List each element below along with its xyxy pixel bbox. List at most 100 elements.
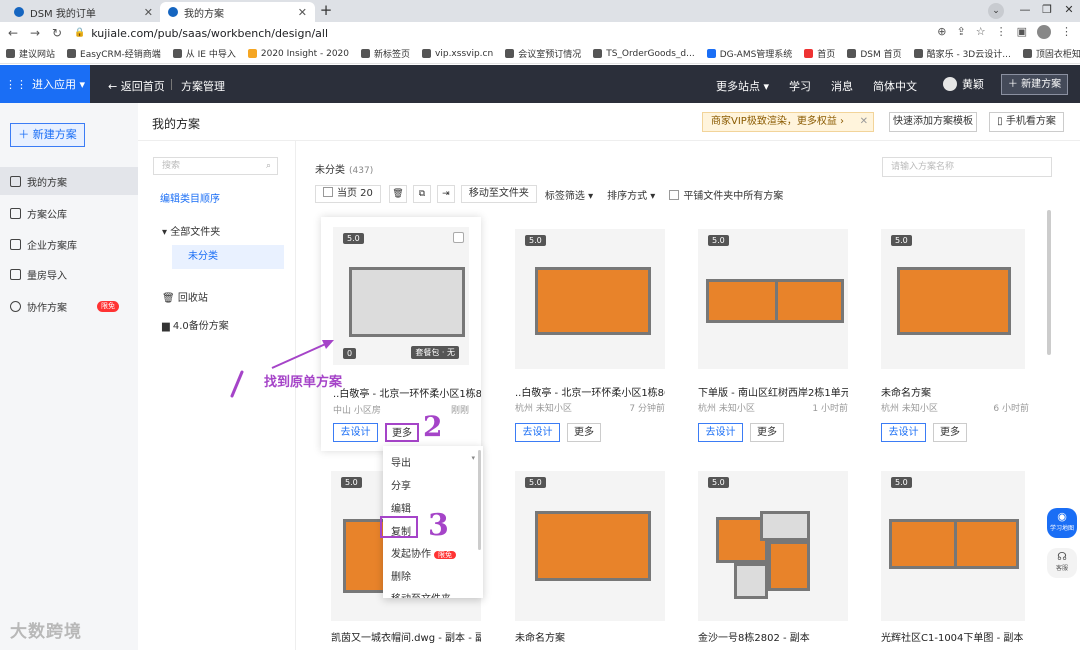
copy-icon[interactable]: ⧉ <box>412 185 431 203</box>
sidebar-item-enterprise-library[interactable]: 企业方案库 <box>0 230 138 258</box>
plan-thumbnail[interactable]: 5.0 <box>698 471 848 621</box>
plan-name[interactable]: 未命名方案 <box>515 629 665 644</box>
bookmark-item[interactable]: 建议网站 <box>6 47 55 60</box>
plan-thumbnail[interactable]: 5.0 <box>698 229 848 369</box>
bookmark-item[interactable]: 酷家乐 - 3D云设计... <box>913 47 1011 60</box>
close-window-icon[interactable]: ✕ <box>1058 0 1080 20</box>
nav-more-sites[interactable]: 更多站点 ▾ <box>716 78 769 94</box>
bookmark-item[interactable]: DG-AMS管理系统 <box>706 47 792 60</box>
close-icon[interactable]: ✕ <box>144 6 153 19</box>
content-scrollbar[interactable] <box>1047 210 1051 355</box>
bookmark-item[interactable]: vip.xssvip.cn <box>422 49 493 59</box>
move-icon[interactable]: ⇥ <box>436 185 455 203</box>
recycle-bin[interactable]: 🗑 回收站 <box>162 289 208 304</box>
minimize-icon[interactable]: — <box>1014 0 1036 20</box>
bookmark-item[interactable]: DSM 首页 <box>847 47 902 60</box>
bookmark-item[interactable]: 从 IE 中导入 <box>172 47 236 60</box>
mobile-view-button[interactable]: ▯ 手机看方案 <box>989 112 1064 132</box>
menu-item-export[interactable]: 导出 ▾ <box>391 454 475 469</box>
menu-item-share[interactable]: 分享 <box>391 477 411 492</box>
plan-card[interactable]: 5.0 金沙一号8栋2802 - 副本 <box>698 471 858 646</box>
profile-avatar[interactable] <box>1037 25 1051 39</box>
customer-service-button[interactable]: ☊ 客服 <box>1047 548 1077 578</box>
plan-card[interactable]: 5.0 0 套餐包 · 无 ..白敬亭 - 北京一环怀柔小区1栋801房 中山 … <box>321 217 481 451</box>
plan-thumbnail[interactable]: 5.0 <box>881 229 1025 369</box>
menu-scrollbar[interactable] <box>478 450 481 550</box>
bookmark-star-icon[interactable]: ☆ <box>976 25 986 39</box>
more-button[interactable]: 更多 <box>750 423 784 442</box>
plan-name[interactable]: 金沙一号8栋2802 - 副本 <box>698 629 848 644</box>
quick-template-button[interactable]: 快速添加方案模板 <box>889 112 977 132</box>
bookmark-item[interactable]: 会议室预订情况 <box>505 47 581 60</box>
learning-map-button[interactable]: ◉ 学习地图 <box>1047 508 1077 538</box>
sidebar-item-measure-import[interactable]: 量房导入 <box>0 260 138 288</box>
maximize-icon[interactable]: ❐ <box>1036 0 1058 20</box>
card-checkbox[interactable] <box>453 232 464 243</box>
user-menu[interactable]: 黄颖 <box>943 76 984 92</box>
share-icon[interactable]: ⇪ <box>957 25 966 39</box>
plan-search-input[interactable]: 请输入方案名称 <box>882 157 1052 177</box>
plan-card[interactable]: 5.0 下单版 - 南山区红树西岸2栋1单元1... 杭州 未知小区 1 小时前… <box>698 229 858 444</box>
plan-name[interactable]: 下单版 - 南山区红树西岸2栋1单元1... <box>698 384 848 399</box>
edit-sort-link[interactable]: 编辑类目顺序 <box>160 190 220 205</box>
tab-search-icon[interactable]: ⌄ <box>988 3 1004 19</box>
backup-folder[interactable]: ▆ 4.0备份方案 <box>162 317 229 332</box>
select-page-checkbox[interactable]: 当页 20 <box>315 185 381 203</box>
sidebar-item-public-library[interactable]: 方案公库 <box>0 199 138 227</box>
more-button[interactable]: 更多 <box>933 423 967 442</box>
plan-card[interactable]: 5.0 光辉社区C1-1004下单图 - 副本 <box>881 471 1041 646</box>
plan-thumbnail[interactable]: 5.0 <box>881 471 1025 621</box>
back-icon[interactable]: ← <box>4 26 22 40</box>
bookmark-item[interactable]: 新标签页 <box>361 47 410 60</box>
new-plan-header-button[interactable]: ＋ 新建方案 <box>1001 74 1068 95</box>
menu-item-collab[interactable]: 发起协作 限免 <box>391 545 456 561</box>
lock-icon[interactable]: 🔒 <box>74 28 85 38</box>
zoom-icon[interactable]: ⊕ <box>937 25 946 39</box>
enter-app-button[interactable]: ⋮⋮ 进入应用 ▾ <box>0 65 90 103</box>
design-button[interactable]: 去设计 <box>515 423 560 442</box>
design-button[interactable]: 去设计 <box>698 423 743 442</box>
vip-banner[interactable]: 商家VIP极致渲染，更多权益 › ✕ <box>702 112 874 132</box>
sort-dropdown[interactable]: 排序方式 ▾ <box>607 187 655 202</box>
plan-name[interactable]: ..白敬亭 - 北京一环怀柔小区1栋801房 <box>515 384 665 399</box>
menu-icon[interactable]: ⋮ <box>1061 25 1072 39</box>
plan-thumbnail[interactable]: 5.0 0 套餐包 · 无 <box>333 227 469 365</box>
bookmark-item[interactable]: EasyCRM-经销商端 <box>67 47 161 60</box>
folder-search-input[interactable]: 搜索 ⌕ <box>153 157 278 175</box>
bookmark-item[interactable]: TS_OrderGoods_d... <box>593 49 695 59</box>
nav-learn[interactable]: 学习 <box>789 78 811 94</box>
plan-card[interactable]: 5.0 ..白敬亭 - 北京一环怀柔小区1栋801房 杭州 未知小区 7 分钟前… <box>515 229 675 444</box>
plan-name[interactable]: 未命名方案 <box>881 384 1031 399</box>
plan-name[interactable]: 凯茵又一城衣帽间.dwg - 副本 - 副本 <box>331 629 481 644</box>
back-home-link[interactable]: ← 返回首页 <box>108 78 165 94</box>
tag-filter-dropdown[interactable]: 标签筛选 ▾ <box>545 187 593 202</box>
reload-icon[interactable]: ↻ <box>48 26 66 40</box>
sidepanel-icon[interactable]: ▣ <box>1017 25 1027 39</box>
design-button[interactable]: 去设计 <box>881 423 926 442</box>
menu-item-edit[interactable]: 编辑 <box>391 500 411 515</box>
new-tab-button[interactable]: + <box>318 3 334 19</box>
browser-tab-my-plans[interactable]: 我的方案 ✕ <box>160 2 315 22</box>
design-button[interactable]: 去设计 <box>333 423 378 442</box>
extensions-icon[interactable]: ⋮ <box>996 25 1007 39</box>
url-field[interactable]: kujiale.com/pub/saas/workbench/design/al… <box>91 27 328 40</box>
bookmark-item[interactable]: 2020 Insight - 2020 <box>247 49 349 59</box>
browser-tab-orders[interactable]: DSM 我的订单 ✕ <box>6 2 161 22</box>
plan-card[interactable]: 5.0 未命名方案 <box>515 471 675 646</box>
plan-name[interactable]: 光辉社区C1-1004下单图 - 副本 <box>881 629 1031 644</box>
delete-icon[interactable]: 🗑 <box>388 185 407 203</box>
bookmark-item[interactable]: 顶固衣柜知识库 <box>1022 47 1080 60</box>
folder-uncategorized[interactable]: 未分类 <box>172 245 284 269</box>
forward-icon[interactable]: → <box>26 26 44 40</box>
sidebar-item-collab[interactable]: 协作方案 限免 <box>0 292 138 320</box>
close-icon[interactable]: ✕ <box>298 6 307 19</box>
bookmark-item[interactable]: 首页 <box>804 47 835 60</box>
nav-language[interactable]: 简体中文 <box>873 78 917 94</box>
close-icon[interactable]: ✕ <box>860 113 868 131</box>
menu-item-move[interactable]: 移动至文件夹 <box>391 590 451 598</box>
folder-all[interactable]: ▾ 全部文件夹 <box>162 223 220 238</box>
tile-all-checkbox[interactable]: 平铺文件夹中所有方案 <box>669 187 783 202</box>
plan-thumbnail[interactable]: 5.0 <box>515 471 665 621</box>
new-plan-button[interactable]: ＋ 新建方案 <box>10 123 85 147</box>
menu-item-delete[interactable]: 删除 <box>391 568 411 583</box>
